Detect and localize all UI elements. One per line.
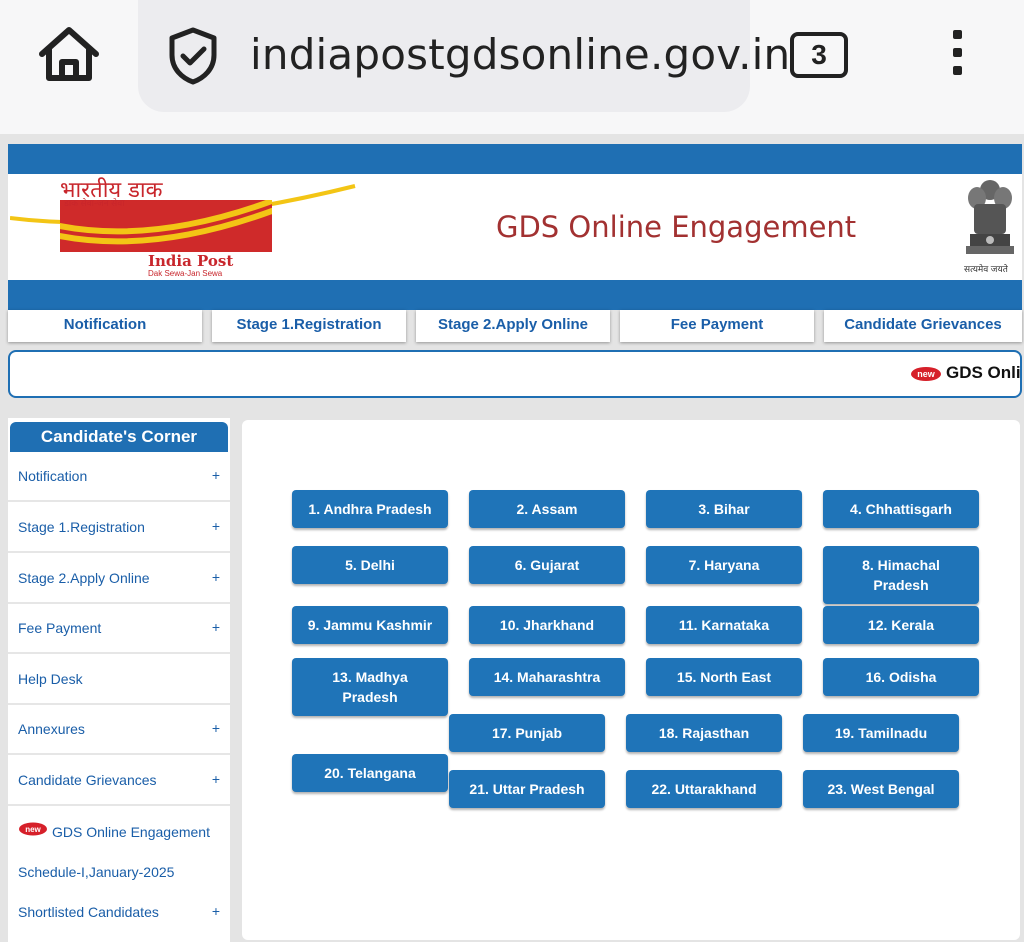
sidebar-item-stage1-registration[interactable]: Stage 1.Registration +: [8, 503, 230, 553]
expand-plus-icon[interactable]: +: [212, 903, 220, 919]
national-emblem-icon: [966, 180, 1014, 254]
sidebar-item-fee-payment[interactable]: Fee Payment +: [8, 604, 230, 654]
more-menu-icon[interactable]: [944, 30, 970, 84]
state-button-odisha[interactable]: 16. Odisha: [823, 658, 979, 696]
emblem-motto: सत्यमेव जयते: [964, 264, 1008, 274]
expand-plus-icon[interactable]: +: [212, 569, 220, 585]
tab-switcher-button[interactable]: 3: [790, 32, 848, 78]
nav-fee-payment[interactable]: Fee Payment: [620, 310, 814, 342]
new-badge-icon: new: [19, 822, 47, 836]
state-button-karnataka[interactable]: 11. Karnataka: [646, 606, 802, 644]
state-selection-panel: 1. Andhra Pradesh 2. Assam 3. Bihar 4. C…: [242, 420, 1020, 940]
state-button-andhra-pradesh[interactable]: 1. Andhra Pradesh: [292, 490, 448, 528]
state-button-maharashtra[interactable]: 14. Maharashtra: [469, 658, 625, 696]
state-button-jammu-kashmir[interactable]: 9. Jammu Kashmir: [292, 606, 448, 644]
sidebar-item-label: Shortlisted Candidates: [18, 904, 159, 920]
state-button-tamilnadu[interactable]: 19. Tamilnadu: [803, 714, 959, 752]
sidebar-link-schedule[interactable]: Schedule-I,January-2025: [18, 864, 174, 880]
expand-plus-icon[interactable]: +: [212, 720, 220, 736]
page-title: GDS Online Engagement: [496, 210, 857, 244]
sidebar-item-label: Stage 1.Registration: [18, 519, 145, 535]
shield-check-icon[interactable]: [162, 25, 224, 87]
state-button-chhattisgarh[interactable]: 4. Chhattisgarh: [823, 490, 979, 528]
state-button-north-east[interactable]: 15. North East: [646, 658, 802, 696]
candidates-corner-sidebar: Candidate's Corner Notification + Stage …: [8, 418, 230, 942]
state-button-himachal-pradesh[interactable]: 8. Himachal Pradesh: [823, 546, 979, 604]
sidebar-item-label: Candidate Grievances: [18, 772, 157, 788]
state-button-gujarat[interactable]: 6. Gujarat: [469, 546, 625, 584]
sidebar-item-label: Annexures: [18, 721, 85, 737]
sidebar-item-label: Help Desk: [18, 671, 83, 687]
logo-english-text: India Post: [148, 252, 234, 270]
expand-plus-icon[interactable]: +: [212, 771, 220, 787]
web-page: भारतीय डाक डाक सेवा-जन सेवा India Post D…: [0, 134, 1024, 942]
new-badge-icon: new: [911, 367, 941, 381]
state-button-rajasthan[interactable]: 18. Rajasthan: [626, 714, 782, 752]
top-nav: Notification Stage 1.Registration Stage …: [8, 310, 1022, 342]
ticker-text[interactable]: GDS Online Engagement: [946, 363, 1020, 383]
state-button-kerala[interactable]: 12. Kerala: [823, 606, 979, 644]
logo-hindi-tagline: डाक सेवा-जन सेवा: [64, 198, 125, 208]
sidebar-link-gds-engagement[interactable]: GDS Online Engagement: [52, 824, 210, 840]
sidebar-item-label: Stage 2.Apply Online: [18, 570, 150, 586]
nav-candidate-grievances[interactable]: Candidate Grievances: [824, 310, 1022, 342]
state-button-delhi[interactable]: 5. Delhi: [292, 546, 448, 584]
header-bottom-bar: [8, 280, 1022, 310]
logo-english-tagline: Dak Sewa-Jan Sewa: [148, 269, 223, 278]
state-button-uttarakhand[interactable]: 22. Uttarakhand: [626, 770, 782, 808]
sidebar-item-help-desk[interactable]: Help Desk: [8, 655, 230, 705]
svg-text:new: new: [25, 825, 41, 834]
url-text[interactable]: indiapostgdsonline.gov.in: [250, 30, 790, 79]
home-icon[interactable]: [36, 24, 102, 86]
sidebar-item-label: Fee Payment: [18, 620, 102, 636]
expand-plus-icon[interactable]: +: [212, 467, 220, 483]
news-ticker: new GDS Online Engagement: [8, 350, 1022, 398]
expand-plus-icon[interactable]: +: [212, 518, 220, 534]
sidebar-item-shortlisted-candidates[interactable]: Shortlisted Candidates +: [8, 888, 230, 938]
state-button-assam[interactable]: 2. Assam: [469, 490, 625, 528]
header-top-bar: [8, 144, 1022, 174]
state-button-uttar-pradesh[interactable]: 21. Uttar Pradesh: [449, 770, 605, 808]
state-button-west-bengal[interactable]: 23. West Bengal: [803, 770, 959, 808]
sidebar-item-stage2-apply-online[interactable]: Stage 2.Apply Online +: [8, 554, 230, 604]
svg-text:new: new: [917, 369, 936, 379]
state-button-madhya-pradesh[interactable]: 13. Madhya Pradesh: [292, 658, 448, 716]
sidebar-item-candidate-grievances[interactable]: Candidate Grievances +: [8, 756, 230, 806]
sidebar-item-notification[interactable]: Notification +: [8, 452, 230, 502]
state-button-haryana[interactable]: 7. Haryana: [646, 546, 802, 584]
nav-stage2-apply-online[interactable]: Stage 2.Apply Online: [416, 310, 610, 342]
state-button-bihar[interactable]: 3. Bihar: [646, 490, 802, 528]
state-button-telangana[interactable]: 20. Telangana: [292, 754, 448, 792]
state-button-punjab[interactable]: 17. Punjab: [449, 714, 605, 752]
browser-toolbar: indiapostgdsonline.gov.in 3: [0, 0, 1024, 134]
sidebar-item-annexures[interactable]: Annexures +: [8, 705, 230, 755]
site-banner: भारतीय डाक डाक सेवा-जन सेवा India Post D…: [8, 174, 1022, 280]
sidebar-item-label: Notification: [18, 468, 88, 484]
sidebar-title: Candidate's Corner: [10, 422, 228, 452]
nav-notification[interactable]: Notification: [8, 310, 202, 342]
nav-stage1-registration[interactable]: Stage 1.Registration: [212, 310, 406, 342]
expand-plus-icon[interactable]: +: [212, 619, 220, 635]
state-button-jharkhand[interactable]: 10. Jharkhand: [469, 606, 625, 644]
